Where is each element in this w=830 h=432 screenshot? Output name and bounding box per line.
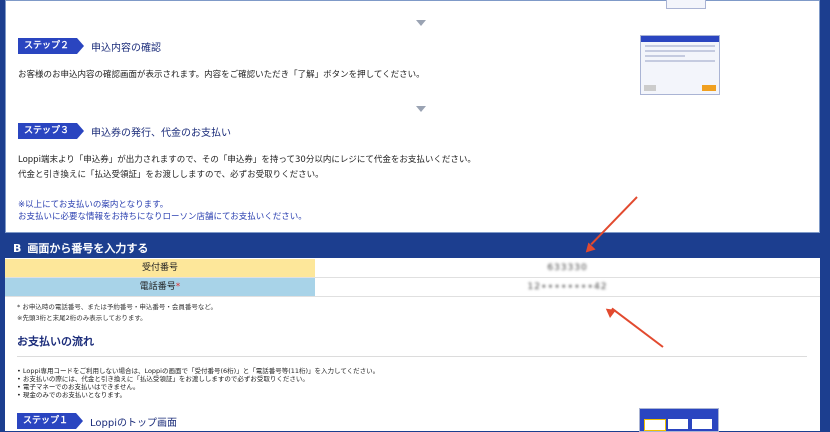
list-item: Loppi専用コードをご利用しない場合は、Loppiの画面で「受付番号(6桁)」… <box>17 367 379 375</box>
divider <box>17 356 807 357</box>
list-item: お支払いの際には、代金と引き換えに「払込受領証」をお渡ししますので必ずお受取りく… <box>17 375 379 383</box>
section-b-panel: B 画面から番号を入力する 受付番号 633330 電話番号* 12∙∙∙∙∙∙∙… <box>5 240 820 432</box>
phone-note-2: ※先頭3桁と末尾2桁のみ表示しております。 <box>17 314 147 322</box>
section-b-title: 画面から番号を入力する <box>27 242 149 255</box>
notice-line-1: ※以上にてお支払いの案内となります。 <box>18 200 169 210</box>
phone-number-label-cell: 電話番号* <box>5 278 315 296</box>
step1-header: ステップ１ Loppiのトップ画面 <box>17 413 177 429</box>
section-b-letter: B <box>13 242 22 255</box>
reception-number-row: 受付番号 633330 <box>5 259 820 278</box>
step1-title: Loppiのトップ画面 <box>90 417 178 429</box>
required-mark: * <box>175 282 181 292</box>
payment-flow-list: Loppi専用コードをご利用しない場合は、Loppiの画面で「受付番号(6桁)」… <box>17 367 379 399</box>
down-triangle-icon <box>416 106 426 112</box>
notice-line-2: お支払いに必要な情報をお持ちになりローソン店舗にてお支払いください。 <box>18 212 307 222</box>
step2-header: ステップ２ 申込内容の確認 <box>18 38 161 54</box>
reception-number-label: 受付番号 <box>5 259 315 277</box>
step3-badge: ステップ３ <box>18 123 85 139</box>
list-item: 現金のみでのお支払いとなります。 <box>17 391 379 399</box>
phone-note-1: * お申込時の電話番号、または予約番号・申込番号・会員番号など。 <box>17 303 217 311</box>
step2-title: 申込内容の確認 <box>91 42 162 54</box>
page-frame: ステップ２ 申込内容の確認 お客様のお申込内容の確認画面が表示されます。内容をご… <box>0 0 830 432</box>
section-b-header: B 画面から番号を入力する <box>5 240 820 258</box>
payment-flow-title: お支払いの流れ <box>17 335 94 348</box>
list-item: 電子マネーでのお支払いはできません。 <box>17 383 379 391</box>
step2-screen-thumbnail <box>640 35 720 95</box>
phone-number-row: 電話番号* 12∙∙∙∙∙∙∙∙42 <box>5 278 820 297</box>
screen-thumbnail-partial <box>666 0 706 9</box>
down-triangle-icon <box>416 20 426 26</box>
phone-number-label: 電話番号 <box>139 282 176 292</box>
step1-badge: ステップ１ <box>17 413 84 429</box>
reception-number-value: 633330 <box>547 263 588 273</box>
step3-description-1: Loppi端末より「申込券」が出力されますので、その「申込券」を持って30分以内… <box>18 155 476 165</box>
loppi-top-screen-thumbnail <box>639 408 719 432</box>
step2-badge: ステップ２ <box>18 38 85 54</box>
payment-steps-panel: ステップ２ 申込内容の確認 お客様のお申込内容の確認画面が表示されます。内容をご… <box>5 0 820 233</box>
step3-description-2: 代金と引き換えに「払込受領証」をお渡ししますので、必ずお受取りください。 <box>18 170 324 180</box>
phone-number-value: 12∙∙∙∙∙∙∙∙42 <box>527 282 608 292</box>
step3-header: ステップ３ 申込券の発行、代金のお支払い <box>18 123 231 139</box>
step2-description: お客様のお申込内容の確認画面が表示されます。内容をご確認いただき「了解」ボタンを… <box>18 70 425 80</box>
step3-title: 申込券の発行、代金のお支払い <box>91 127 232 139</box>
